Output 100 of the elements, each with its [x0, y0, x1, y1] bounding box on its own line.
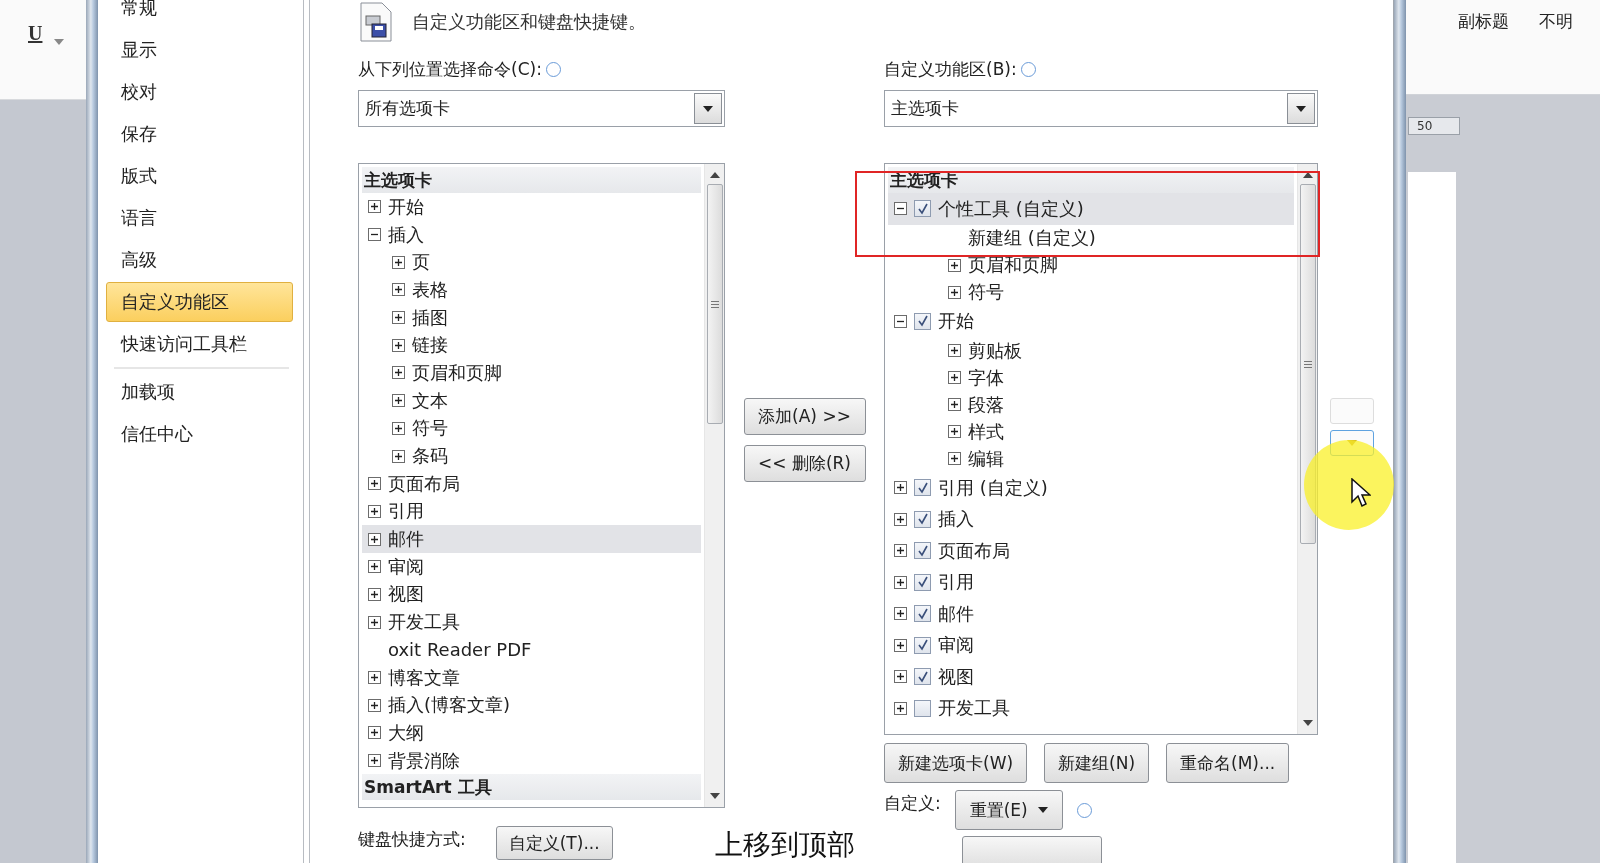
- tree-item[interactable]: 页眉和页脚: [362, 359, 701, 387]
- tree-item[interactable]: 审阅: [888, 629, 1294, 661]
- tree-item-label: 大纲: [388, 720, 424, 745]
- tree-item-label: 条码: [412, 444, 448, 469]
- tree-item[interactable]: 段落: [888, 391, 1294, 418]
- tree-item[interactable]: 视图: [888, 661, 1294, 693]
- tree-item[interactable]: 插入: [362, 220, 701, 249]
- sidebar-item[interactable]: 版式: [106, 155, 293, 197]
- tree-item[interactable]: 页眉和页脚: [888, 251, 1294, 279]
- sidebar-item[interactable]: 高级: [106, 239, 293, 281]
- tree-item[interactable]: 邮件: [888, 598, 1294, 630]
- field-label: 键盘快捷方式:: [358, 827, 466, 851]
- add-button[interactable]: 添加(A) >>: [743, 398, 866, 435]
- tree-item[interactable]: 符号: [888, 278, 1294, 306]
- tree-item[interactable]: 文本: [362, 386, 701, 415]
- section-heading: 自定义功能区和键盘快捷键。: [412, 10, 646, 34]
- style-name[interactable]: 不明: [1539, 10, 1573, 94]
- tree-item[interactable]: 编辑: [888, 445, 1294, 472]
- tree-item-label: 博客文章: [388, 665, 460, 690]
- tree-item-label: 符号: [412, 416, 448, 441]
- customize-shortcuts-button[interactable]: 自定义(T)...: [495, 826, 613, 860]
- tree-item[interactable]: 个性工具 (自定义): [888, 193, 1294, 225]
- tree-item-label: 页: [412, 250, 430, 275]
- tree-item-label: 审阅: [938, 633, 974, 658]
- tree-item[interactable]: 博客文章: [362, 663, 701, 692]
- reset-button[interactable]: 重置(E): [954, 790, 1063, 830]
- tree-item[interactable]: 页面布局: [362, 469, 701, 498]
- tree-item[interactable]: 开始: [362, 193, 701, 221]
- list-header: SmartArt 工具: [362, 774, 701, 801]
- tree-item[interactable]: 邮件: [362, 525, 701, 553]
- tree-item-label: 开始: [938, 309, 974, 334]
- tree-item-label: 插入: [938, 507, 974, 532]
- tree-item-label: 剪贴板: [968, 338, 1022, 363]
- field-label: 从下列位置选择命令(C):: [358, 57, 542, 81]
- tree-item-label: 页眉和页脚: [412, 360, 502, 385]
- tree-item-label: 引用: [388, 499, 424, 524]
- tree-item-label: 视图: [388, 582, 424, 607]
- tree-item[interactable]: 剪贴板: [888, 337, 1294, 364]
- tree-item-label: 编辑: [968, 446, 1004, 471]
- tree-item[interactable]: 引用: [362, 497, 701, 526]
- tree-item[interactable]: 链接: [362, 331, 701, 360]
- sidebar-item[interactable]: 语言: [106, 197, 293, 239]
- tree-item[interactable]: 插入(博客文章): [362, 691, 701, 720]
- tree-item-label: 开始: [388, 194, 424, 219]
- tree-item-label: 样式: [968, 419, 1004, 444]
- ruler-value: 50: [1408, 117, 1460, 135]
- tree-item[interactable]: 大纲: [362, 719, 701, 747]
- tree-item[interactable]: 开发工具: [362, 608, 701, 636]
- tree-item[interactable]: 插入: [888, 503, 1294, 535]
- tree-item[interactable]: 页面布局: [888, 535, 1294, 567]
- tree-item[interactable]: 新建组 (自定义): [888, 224, 1294, 252]
- tree-item-label: 邮件: [388, 527, 424, 552]
- tree-item-label: 邮件: [938, 601, 974, 626]
- commands-dropdown[interactable]: 所有选项卡: [358, 90, 725, 127]
- tree-item[interactable]: 页: [362, 248, 701, 277]
- tree-item-label: 插入: [388, 222, 424, 247]
- list-header: 主选项卡: [362, 167, 701, 193]
- tree-item[interactable]: oxit Reader PDF: [362, 636, 701, 664]
- remove-button[interactable]: << 删除(R): [743, 445, 866, 482]
- tree-item[interactable]: 引用 (自定义): [888, 472, 1294, 504]
- tree-item[interactable]: 表格: [362, 276, 701, 304]
- tree-item-label: 引用 (自定义): [938, 475, 1048, 500]
- tree-item-label: 引用: [938, 570, 974, 595]
- tree-item-label: 审阅: [388, 554, 424, 579]
- tree-item[interactable]: 引用: [888, 566, 1294, 598]
- rename-button[interactable]: 重命名(M)...: [1166, 743, 1290, 783]
- sidebar-item[interactable]: 快速访问工具栏: [106, 323, 293, 365]
- sidebar-item[interactable]: 自定义功能区: [106, 282, 293, 322]
- tree-item-label: 页眉和页脚: [968, 253, 1058, 277]
- field-label: 自定义:: [884, 791, 941, 815]
- new-group-button[interactable]: 新建组(N): [1044, 743, 1150, 783]
- tree-item[interactable]: 条码: [362, 442, 701, 470]
- tree-item[interactable]: 字体: [888, 364, 1294, 391]
- tree-item-label: 符号: [968, 280, 1004, 304]
- underline-button[interactable]: U: [28, 22, 43, 45]
- sidebar-item[interactable]: 常规: [106, 0, 293, 29]
- tree-item[interactable]: 视图: [362, 580, 701, 609]
- tree-item-label: 表格: [412, 277, 448, 302]
- sidebar-item[interactable]: 保存: [106, 113, 293, 155]
- sidebar-item[interactable]: 加载项: [106, 371, 293, 413]
- tree-item[interactable]: 背景消除: [362, 746, 701, 775]
- tree-item-label: 个性工具 (自定义): [938, 196, 1084, 221]
- style-name[interactable]: 副标题: [1458, 10, 1509, 94]
- sidebar-item[interactable]: 校对: [106, 71, 293, 113]
- tree-item[interactable]: 符号: [362, 414, 701, 443]
- sidebar-item[interactable]: 显示: [106, 29, 293, 71]
- tree-item-label: 页面布局: [938, 538, 1010, 563]
- tree-item[interactable]: 审阅: [362, 552, 701, 581]
- ribbon-dropdown[interactable]: 主选项卡: [884, 90, 1318, 127]
- tree-item[interactable]: 样式: [888, 418, 1294, 445]
- new-tab-button[interactable]: 新建选项卡(W): [884, 743, 1028, 783]
- caption-text: 上移到顶部: [715, 827, 855, 863]
- tree-item[interactable]: 开发工具: [888, 692, 1294, 724]
- tree-item-label: 新建组 (自定义): [968, 226, 1096, 250]
- tree-item-label: 视图: [938, 664, 974, 689]
- tree-item[interactable]: 开始: [888, 305, 1294, 337]
- tree-item-label: 文本: [412, 388, 448, 413]
- tree-item[interactable]: 插图: [362, 303, 701, 332]
- sidebar-item[interactable]: 信任中心: [106, 413, 293, 455]
- tree-item-label: 开发工具: [938, 696, 1010, 721]
